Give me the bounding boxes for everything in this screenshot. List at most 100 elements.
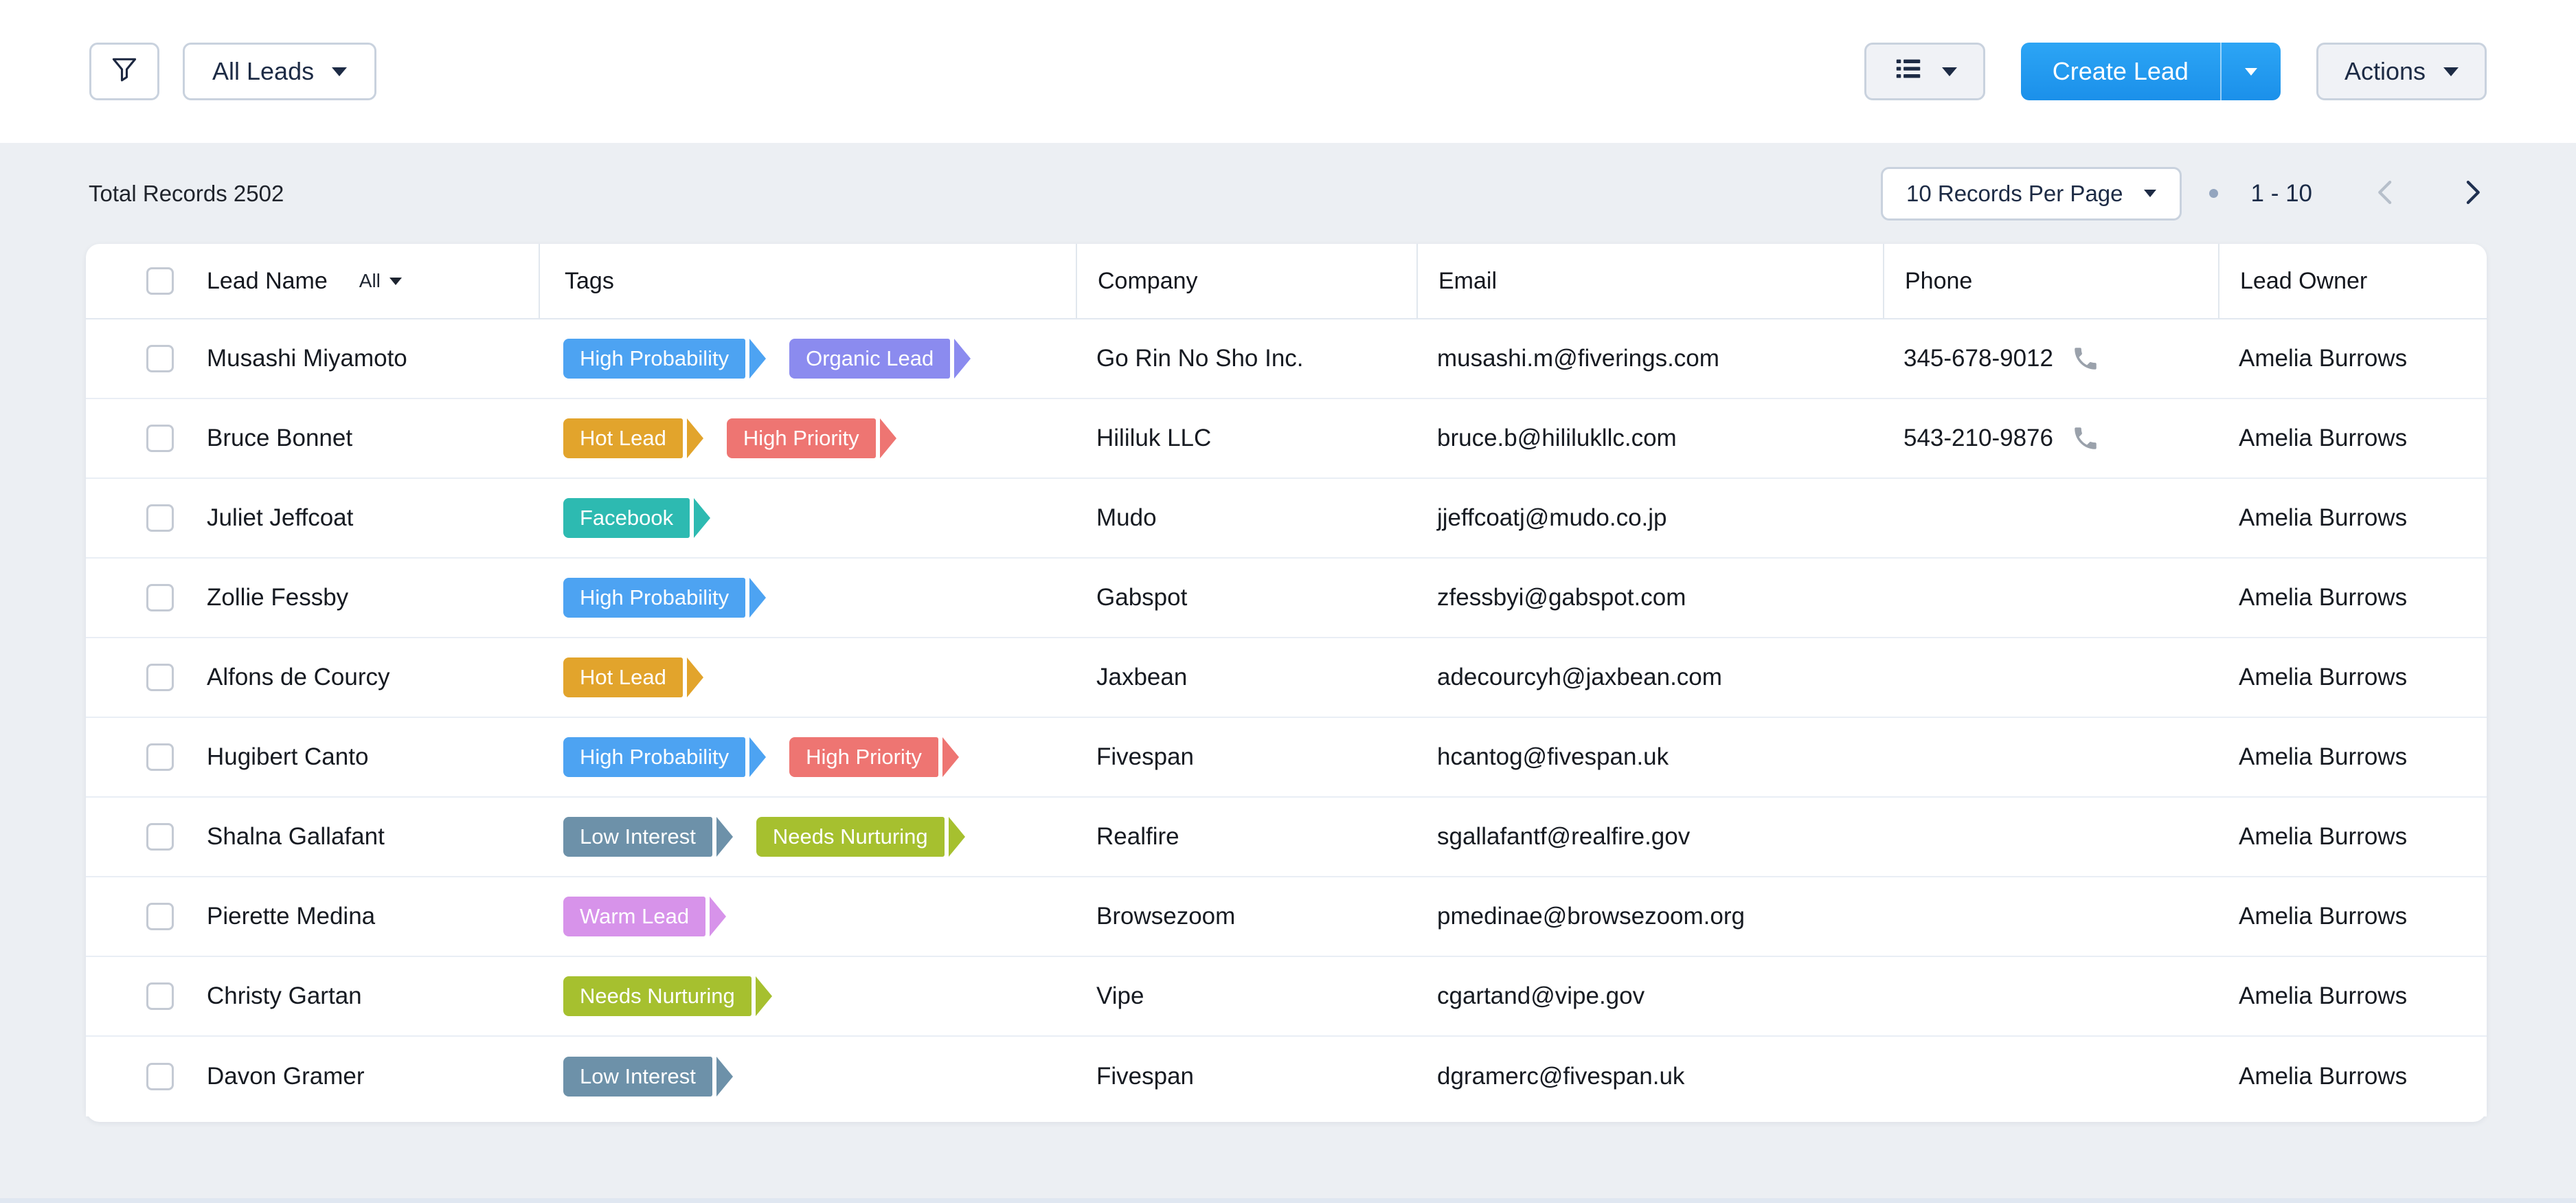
list-view-button[interactable] (1864, 43, 1985, 100)
lead-name-link[interactable]: Alfons de Courcy (207, 664, 390, 691)
table-body: Musashi Miyamoto High Probability Organic… (86, 319, 2487, 1116)
table-row: Pierette Medina Warm Lead Browsezoom pme… (86, 877, 2487, 957)
row-checkbox[interactable] (146, 823, 174, 851)
email-link[interactable]: hcantog@fivespan.uk (1437, 743, 1669, 771)
row-checkbox[interactable] (146, 664, 174, 691)
email-link[interactable]: dgramerc@fivespan.uk (1437, 1063, 1684, 1090)
actions-button[interactable]: Actions (2316, 43, 2487, 100)
lead-name-link[interactable]: Davon Gramer (207, 1063, 365, 1090)
record-range-label: 1 - 10 (2251, 180, 2313, 207)
create-lead-split-button: Create Lead (2021, 43, 2281, 100)
next-page-button[interactable] (2458, 178, 2487, 209)
tag[interactable]: Low Interest (563, 1057, 712, 1097)
view-selector-label: All Leads (212, 57, 314, 86)
email-link[interactable]: bruce.b@hililukllc.com (1437, 425, 1677, 452)
tag[interactable]: High Probability (563, 737, 745, 777)
lead-owner-text: Amelia Burrows (2239, 584, 2407, 611)
email-link[interactable]: sgallafantf@realfire.gov (1437, 823, 1690, 851)
tag[interactable]: Warm Lead (563, 897, 705, 936)
company-text: Fivespan (1096, 743, 1194, 771)
company-text: Fivespan (1096, 1063, 1194, 1090)
company-text: Hililuk LLC (1096, 425, 1211, 452)
column-header-lead-owner[interactable]: Lead Owner (2218, 244, 2487, 318)
tag[interactable]: Low Interest (563, 817, 712, 857)
lead-owner-text: Amelia Burrows (2239, 1063, 2407, 1090)
tags-cell: High Probability High Priority (539, 718, 1076, 796)
create-lead-button[interactable]: Create Lead (2021, 43, 2220, 100)
company-text: Gabspot (1096, 584, 1187, 611)
tag[interactable]: Needs Nurturing (563, 976, 752, 1016)
email-link[interactable]: musashi.m@fiverings.com (1437, 345, 1719, 372)
column-header-company[interactable]: Company (1076, 244, 1416, 318)
lead-name-link[interactable]: Hugibert Canto (207, 743, 368, 771)
lead-name-link[interactable]: Bruce Bonnet (207, 425, 352, 452)
tag[interactable]: Hot Lead (563, 657, 683, 697)
email-link[interactable]: jjeffcoatj@mudo.co.jp (1437, 504, 1667, 532)
company-text: Mudo (1096, 504, 1157, 532)
lead-name-link[interactable]: Pierette Medina (207, 903, 375, 930)
phone-text: 345-678-9012 (1903, 345, 2053, 372)
column-header-email[interactable]: Email (1416, 244, 1883, 318)
tag[interactable]: High Priority (789, 737, 938, 777)
tags-cell: Low Interest (539, 1037, 1076, 1116)
row-checkbox[interactable] (146, 903, 174, 930)
email-link[interactable]: cgartand@vipe.gov (1437, 982, 1645, 1010)
company-text: Go Rin No Sho Inc. (1096, 345, 1304, 372)
chevron-down-icon (2144, 190, 2156, 197)
lead-owner-text: Amelia Burrows (2239, 425, 2407, 452)
chevron-right-icon (2458, 178, 2487, 209)
lead-name-link[interactable]: Zollie Fessby (207, 584, 348, 611)
list-view-icon (1893, 53, 1924, 91)
row-checkbox[interactable] (146, 504, 174, 532)
tag[interactable]: Needs Nurturing (756, 817, 945, 857)
chevron-down-icon (1942, 67, 1957, 76)
records-per-page-select[interactable]: 10 Records Per Page (1881, 167, 2182, 221)
filter-button[interactable] (89, 43, 159, 100)
lead-name-link[interactable]: Musashi Miyamoto (207, 345, 407, 372)
chevron-down-icon (389, 278, 402, 285)
row-checkbox[interactable] (146, 1063, 174, 1090)
select-all-checkbox[interactable] (146, 267, 174, 295)
lead-owner-text: Amelia Burrows (2239, 823, 2407, 851)
lead-name-filter-dropdown[interactable]: All (359, 270, 402, 292)
lead-name-link[interactable]: Juliet Jeffcoat (207, 504, 353, 532)
column-header-lead-name[interactable]: Lead Name All (203, 244, 539, 318)
tags-cell: Hot Lead High Priority (539, 399, 1076, 477)
table-row: Juliet Jeffcoat Facebook Mudo jjeffcoatj… (86, 479, 2487, 559)
tag[interactable]: High Probability (563, 339, 745, 379)
records-per-page-label: 10 Records Per Page (1906, 181, 2123, 207)
list-controls: Total Records 2502 10 Records Per Page 1… (86, 143, 2487, 244)
column-header-phone[interactable]: Phone (1883, 244, 2218, 318)
lead-name-link[interactable]: Christy Gartan (207, 982, 362, 1010)
leads-list-page: All Leads Create Lead (0, 0, 2576, 1203)
tag[interactable]: Facebook (563, 498, 690, 538)
row-checkbox[interactable] (146, 743, 174, 771)
chevron-down-icon (2245, 68, 2257, 76)
lead-owner-text: Amelia Burrows (2239, 664, 2407, 691)
row-checkbox[interactable] (146, 982, 174, 1010)
previous-page-button[interactable] (2371, 178, 2400, 209)
bottom-edge-strip (0, 1198, 2576, 1203)
create-lead-dropdown-button[interactable] (2220, 43, 2281, 100)
tag[interactable]: Hot Lead (563, 418, 683, 458)
table-row: Davon Gramer Low Interest Fivespan dgram… (86, 1037, 2487, 1116)
tags-cell: High Probability (539, 559, 1076, 637)
total-records-label: Total Records 2502 (86, 181, 284, 207)
view-selector-button[interactable]: All Leads (183, 43, 376, 100)
row-checkbox[interactable] (146, 345, 174, 372)
lead-owner-text: Amelia Burrows (2239, 504, 2407, 532)
tag[interactable]: High Priority (727, 418, 876, 458)
phone-icon[interactable] (2071, 344, 2100, 373)
email-link[interactable]: pmedinae@browsezoom.org (1437, 903, 1745, 930)
row-checkbox[interactable] (146, 584, 174, 611)
email-link[interactable]: zfessbyi@gabspot.com (1437, 584, 1686, 611)
tag[interactable]: Organic Lead (789, 339, 950, 379)
lead-name-link[interactable]: Shalna Gallafant (207, 823, 385, 851)
tag[interactable]: High Probability (563, 578, 745, 618)
funnel-icon (109, 54, 139, 90)
email-link[interactable]: adecourcyh@jaxbean.com (1437, 664, 1722, 691)
row-checkbox[interactable] (146, 425, 174, 452)
lead-owner-text: Amelia Burrows (2239, 345, 2407, 372)
column-header-tags[interactable]: Tags (539, 244, 1076, 318)
phone-icon[interactable] (2071, 424, 2100, 453)
